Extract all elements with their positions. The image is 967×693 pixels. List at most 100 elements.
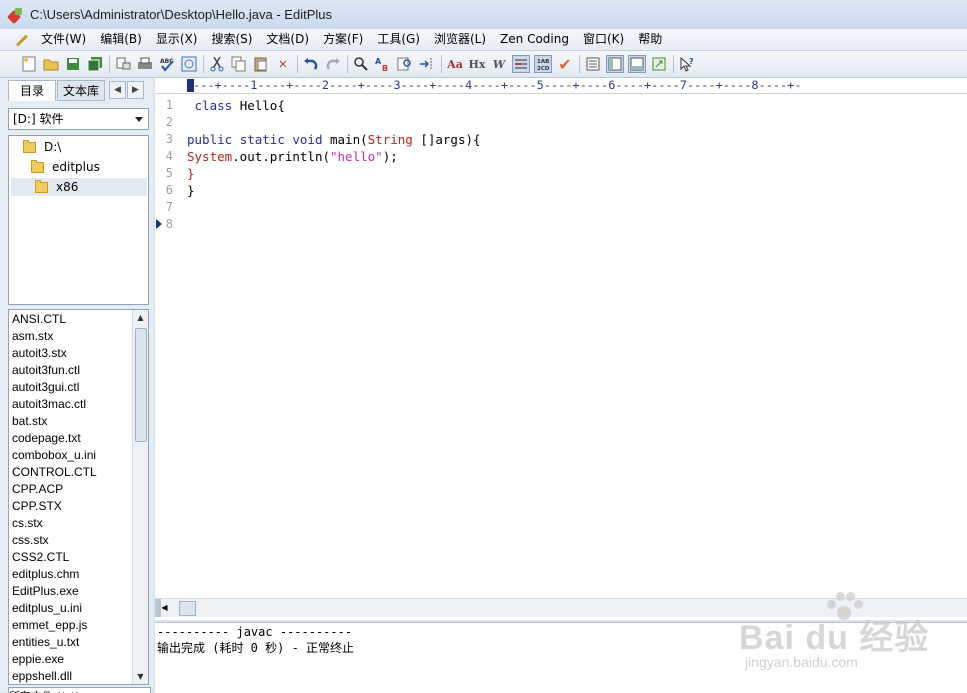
dir-item-root[interactable]: D:\ xyxy=(23,138,61,156)
code-line: 1 class Hello{ xyxy=(155,97,967,114)
browser-preview-icon[interactable] xyxy=(180,55,198,73)
menu-browser[interactable]: 浏览器(L) xyxy=(427,29,493,50)
file-list: ANSI.CTL asm.stx autoit3.stx autoit3fun.… xyxy=(8,309,149,685)
directory-panel-icon[interactable] xyxy=(606,55,624,73)
list-item[interactable]: css.stx xyxy=(9,532,133,549)
menu-window[interactable]: 窗口(K) xyxy=(576,29,631,50)
line-number: 4 xyxy=(165,149,173,163)
list-item[interactable]: autoit3mac.ctl xyxy=(9,396,133,413)
list-item[interactable]: combobox_u.ini xyxy=(9,447,133,464)
code-line: 5} xyxy=(155,165,967,182)
save-all-icon[interactable] xyxy=(86,55,104,73)
scroll-thumb[interactable] xyxy=(135,328,147,442)
line-number: 5 xyxy=(165,166,173,180)
list-item[interactable]: CPP.STX xyxy=(9,498,133,515)
title-bar: C:\Users\Administrator\Desktop\Hello.jav… xyxy=(0,0,967,29)
editplus-logo-icon xyxy=(6,7,24,24)
menu-document[interactable]: 文档(D) xyxy=(259,29,316,50)
code-line: 3 public static void main(String []args){ xyxy=(155,131,967,148)
dir-item-x86[interactable]: x86 xyxy=(11,178,147,196)
list-item[interactable]: entities_u.txt xyxy=(9,634,133,651)
word-wrap-icon[interactable]: W xyxy=(490,55,508,73)
check-icon[interactable]: ✔ xyxy=(556,55,574,74)
list-item[interactable]: CSS2.CTL xyxy=(9,549,133,566)
tab-cliptext[interactable]: 文本库 xyxy=(57,80,105,101)
save-icon[interactable] xyxy=(64,55,82,73)
font-icon[interactable]: Aa xyxy=(446,55,464,73)
output-header: ---------- javac ---------- xyxy=(157,625,353,639)
code-area[interactable]: 1 class Hello{ 2 3 public static void mai… xyxy=(155,97,967,233)
new-file-icon[interactable] xyxy=(20,55,38,73)
dir-item-label: D:\ xyxy=(44,140,62,154)
print-preview-icon[interactable] xyxy=(114,55,132,73)
menu-view[interactable]: 显示(X) xyxy=(149,29,205,50)
scroll-thumb[interactable] xyxy=(179,601,196,616)
svg-text:A: A xyxy=(375,57,382,66)
list-item[interactable]: cs.stx xyxy=(9,515,133,532)
menu-edit[interactable]: 编辑(B) xyxy=(93,29,149,50)
menu-file[interactable]: 文件(W) xyxy=(34,29,93,50)
line-number-icon[interactable] xyxy=(512,55,530,73)
list-item[interactable]: autoit3.stx xyxy=(9,345,133,362)
window-title: C:\Users\Administrator\Desktop\Hello.jav… xyxy=(30,7,332,22)
output-window-icon[interactable] xyxy=(628,55,646,73)
scroll-up-icon[interactable]: ▲ xyxy=(133,310,148,325)
copy-icon[interactable] xyxy=(230,55,248,73)
list-item[interactable]: EditPlus.exe xyxy=(9,583,133,600)
cut-icon[interactable] xyxy=(208,55,226,73)
scroll-down-icon[interactable]: ▼ xyxy=(133,669,148,684)
redo-icon[interactable] xyxy=(324,55,342,73)
find-icon[interactable] xyxy=(352,55,370,73)
list-item[interactable]: emmet_epp.js xyxy=(9,617,133,634)
context-help-icon[interactable]: ? xyxy=(678,55,696,73)
code-line: 4 System.out.println("hello"); xyxy=(155,148,967,165)
editor[interactable]: ---+----1----+----2----+----3----+----4-… xyxy=(155,78,967,620)
code-line: 7 xyxy=(155,199,967,216)
html-toolbar-icon[interactable]: Hx xyxy=(468,55,486,73)
list-item[interactable]: CONTROL.CTL xyxy=(9,464,133,481)
dir-item-editplus[interactable]: editplus xyxy=(31,158,100,176)
list-item[interactable]: asm.stx xyxy=(9,328,133,345)
list-item[interactable]: eppie.exe xyxy=(9,651,133,668)
chevron-down-icon xyxy=(135,117,143,122)
tab-scroll-right-icon[interactable]: ▶ xyxy=(127,81,144,99)
dir-item-label: x86 xyxy=(56,180,79,194)
drive-select[interactable]: [D:] 软件 xyxy=(8,108,149,130)
scroll-left-icon[interactable]: ◀ xyxy=(157,601,172,615)
editor-horizontal-scrollbar[interactable]: ◀ xyxy=(155,598,967,617)
svg-text:B: B xyxy=(382,64,388,72)
file-list-scrollbar[interactable]: ▲ ▼ xyxy=(132,310,148,684)
open-folder-icon[interactable] xyxy=(42,55,60,73)
tab-directory[interactable]: 目录 xyxy=(8,80,56,101)
menu-help[interactable]: 帮助 xyxy=(631,29,669,50)
goto-line-icon[interactable] xyxy=(418,55,436,73)
list-item[interactable]: CPP.ACP xyxy=(9,481,133,498)
delete-icon[interactable]: ✕ xyxy=(274,55,292,73)
window-list-icon[interactable] xyxy=(584,55,602,73)
list-item[interactable]: editplus_u.ini xyxy=(9,600,133,617)
tab-scroll-left-icon[interactable]: ◀ xyxy=(109,81,126,99)
ruler-icon[interactable]: 1AB 2CD xyxy=(534,55,552,73)
undo-icon[interactable] xyxy=(302,55,320,73)
list-item[interactable]: autoit3gui.ctl xyxy=(9,379,133,396)
folder-open-icon xyxy=(35,179,48,193)
list-item[interactable]: ANSI.CTL xyxy=(9,311,133,328)
list-item[interactable]: autoit3fun.ctl xyxy=(9,362,133,379)
paste-icon[interactable] xyxy=(252,55,270,73)
svg-text:?: ? xyxy=(689,57,694,66)
menu-search[interactable]: 搜索(S) xyxy=(204,29,259,50)
replace-icon[interactable]: AB xyxy=(374,55,392,73)
spellcheck-icon[interactable]: ABC xyxy=(158,55,176,73)
list-item[interactable]: eppshell.dll xyxy=(9,668,133,684)
list-item[interactable]: editplus.chm xyxy=(9,566,133,583)
find-in-files-icon[interactable] xyxy=(396,55,414,73)
menu-tools[interactable]: 工具(G) xyxy=(370,29,427,50)
file-filter-select[interactable]: 所有文件 (*.*) xyxy=(8,687,151,693)
list-item[interactable]: codepage.txt xyxy=(9,430,133,447)
line-number: 3 xyxy=(165,132,173,146)
menu-zen-coding[interactable]: Zen Coding xyxy=(493,29,576,50)
list-item[interactable]: bat.stx xyxy=(9,413,133,430)
menu-project[interactable]: 方案(F) xyxy=(316,29,370,50)
fullscreen-icon[interactable] xyxy=(650,55,668,73)
print-icon[interactable] xyxy=(136,55,154,73)
